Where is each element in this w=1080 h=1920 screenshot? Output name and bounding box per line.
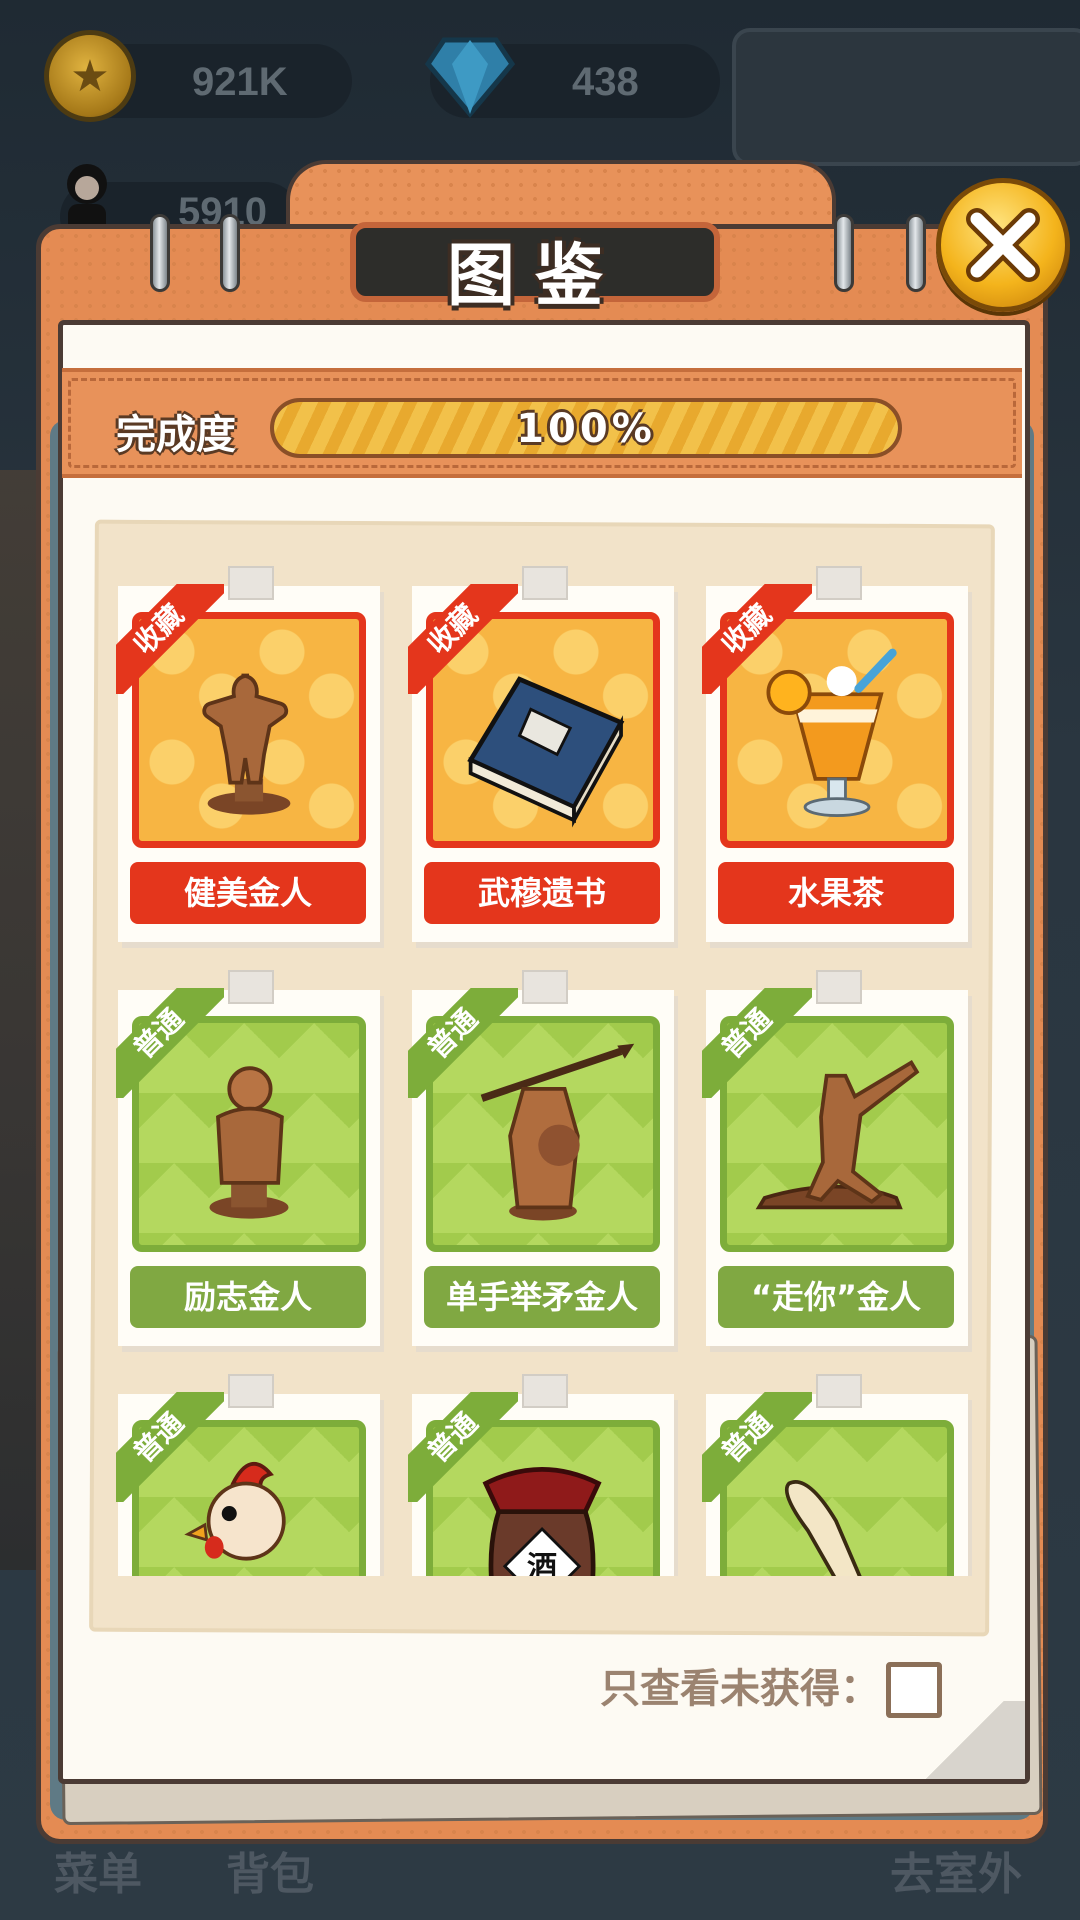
rarity-ribbon: 收藏 (116, 584, 224, 694)
item-name: “走你”金人 (718, 1266, 954, 1328)
collection-card[interactable]: 收藏武穆遗书 (408, 566, 674, 942)
rarity-ribbon: 普通 (702, 988, 812, 1098)
collection-grid[interactable]: 收藏 健美金人 收藏 武穆遗书 收藏 水果茶 普通 励志金人 普通 单手举矛金人 普通 “走你”金人普… (116, 540, 996, 1576)
rarity-label: 普通 (702, 1392, 812, 1502)
gem-icon (424, 34, 516, 118)
svg-text:酒: 酒 (527, 1550, 557, 1576)
item-name: 武穆遗书 (424, 862, 660, 924)
go-out-button[interactable]: 去室外 (890, 1838, 1022, 1902)
collection-card[interactable]: 普通 “走你”金人 (702, 970, 968, 1346)
rarity-ribbon: 普通 (116, 1392, 224, 1502)
close-button[interactable] (936, 178, 1070, 312)
collection-card[interactable]: 收藏水果茶 (702, 566, 968, 942)
rarity-ribbon: 收藏 (408, 584, 518, 694)
rarity-label: 普通 (408, 988, 518, 1098)
rarity-label: 普通 (702, 988, 812, 1098)
unowned-filter-checkbox[interactable] (886, 1662, 942, 1718)
paper-clip (228, 566, 274, 600)
paper-clip (522, 970, 568, 1004)
coin-amount: 921K (192, 60, 288, 104)
binder-ring (150, 214, 170, 292)
paper-clip (522, 1374, 568, 1408)
completion-label: 完成度 (116, 412, 236, 458)
rarity-ribbon: 普通 (408, 988, 518, 1098)
dialog-title: 图鉴 (446, 237, 623, 316)
rarity-label: 普通 (116, 1392, 224, 1502)
rarity-label: 普通 (408, 1392, 518, 1502)
item-name: 励志金人 (130, 1266, 366, 1328)
binder-ring (220, 214, 240, 292)
rarity-label: 收藏 (702, 584, 812, 694)
collection-card[interactable]: 普通单手举矛金人 (408, 970, 674, 1346)
item-name: 单手举矛金人 (424, 1266, 660, 1328)
close-icon (966, 208, 1040, 282)
collection-card[interactable]: 收藏健美金人 (116, 566, 380, 942)
top-right-panel (732, 28, 1080, 166)
completion-percent: 100% (516, 406, 656, 452)
binder-ring (906, 214, 926, 292)
rarity-ribbon: 普通 (702, 1392, 812, 1502)
completion-strip: 完成度 100% (62, 368, 1022, 478)
collection-card[interactable]: 普通励志金人 (116, 970, 380, 1346)
paper-clip (816, 970, 862, 1004)
paper-clip (816, 1374, 862, 1408)
menu-button[interactable]: 菜单 (54, 1838, 142, 1902)
rarity-ribbon: 普通 (116, 988, 224, 1098)
paper-clip (228, 1374, 274, 1408)
paper-clip (816, 566, 862, 600)
completion-progress-bar: 100% (270, 398, 902, 458)
rarity-ribbon: 普通 (408, 1392, 518, 1502)
rarity-label: 收藏 (408, 584, 518, 694)
unowned-filter-label: 只查看未获得： (600, 1666, 880, 1712)
rarity-ribbon: 收藏 (702, 584, 812, 694)
item-name: 水果茶 (718, 862, 954, 924)
collection-card[interactable]: 普通 (116, 1374, 380, 1576)
gem-amount: 438 (572, 60, 639, 104)
rarity-label: 普通 (116, 988, 224, 1098)
collection-card[interactable]: 普通 (702, 1374, 968, 1576)
paper-clip (228, 970, 274, 1004)
paper-clip (522, 566, 568, 600)
collection-card[interactable]: 酒 普通 (408, 1374, 674, 1576)
title-plate: 图鉴 (350, 222, 720, 316)
bag-button[interactable]: 背包 (226, 1838, 314, 1902)
coin-icon (44, 30, 136, 122)
rarity-label: 收藏 (116, 584, 224, 694)
item-name: 健美金人 (130, 862, 366, 924)
binder-ring (834, 214, 854, 292)
